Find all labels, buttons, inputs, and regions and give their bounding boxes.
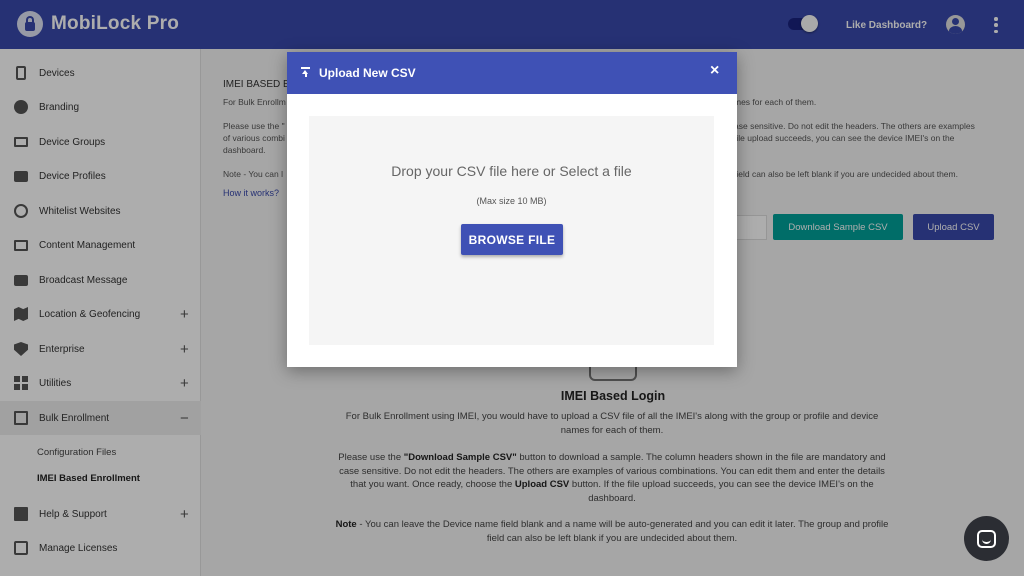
upload-icon: [301, 67, 310, 78]
close-icon[interactable]: ×: [710, 63, 719, 79]
upload-csv-dialog: Upload New CSV × Drop your CSV file here…: [287, 52, 737, 367]
dialog-header: Upload New CSV ×: [287, 52, 737, 94]
browse-file-button[interactable]: BROWSE FILE: [461, 224, 563, 255]
max-size-note: (Max size 10 MB): [476, 196, 547, 206]
chat-launcher-button[interactable]: [964, 516, 1009, 561]
drop-instructions: Drop your CSV file here or Select a file: [391, 163, 632, 179]
dialog-title: Upload New CSV: [319, 66, 416, 80]
file-dropzone[interactable]: Drop your CSV file here or Select a file…: [309, 116, 714, 345]
chat-icon: [977, 529, 996, 548]
